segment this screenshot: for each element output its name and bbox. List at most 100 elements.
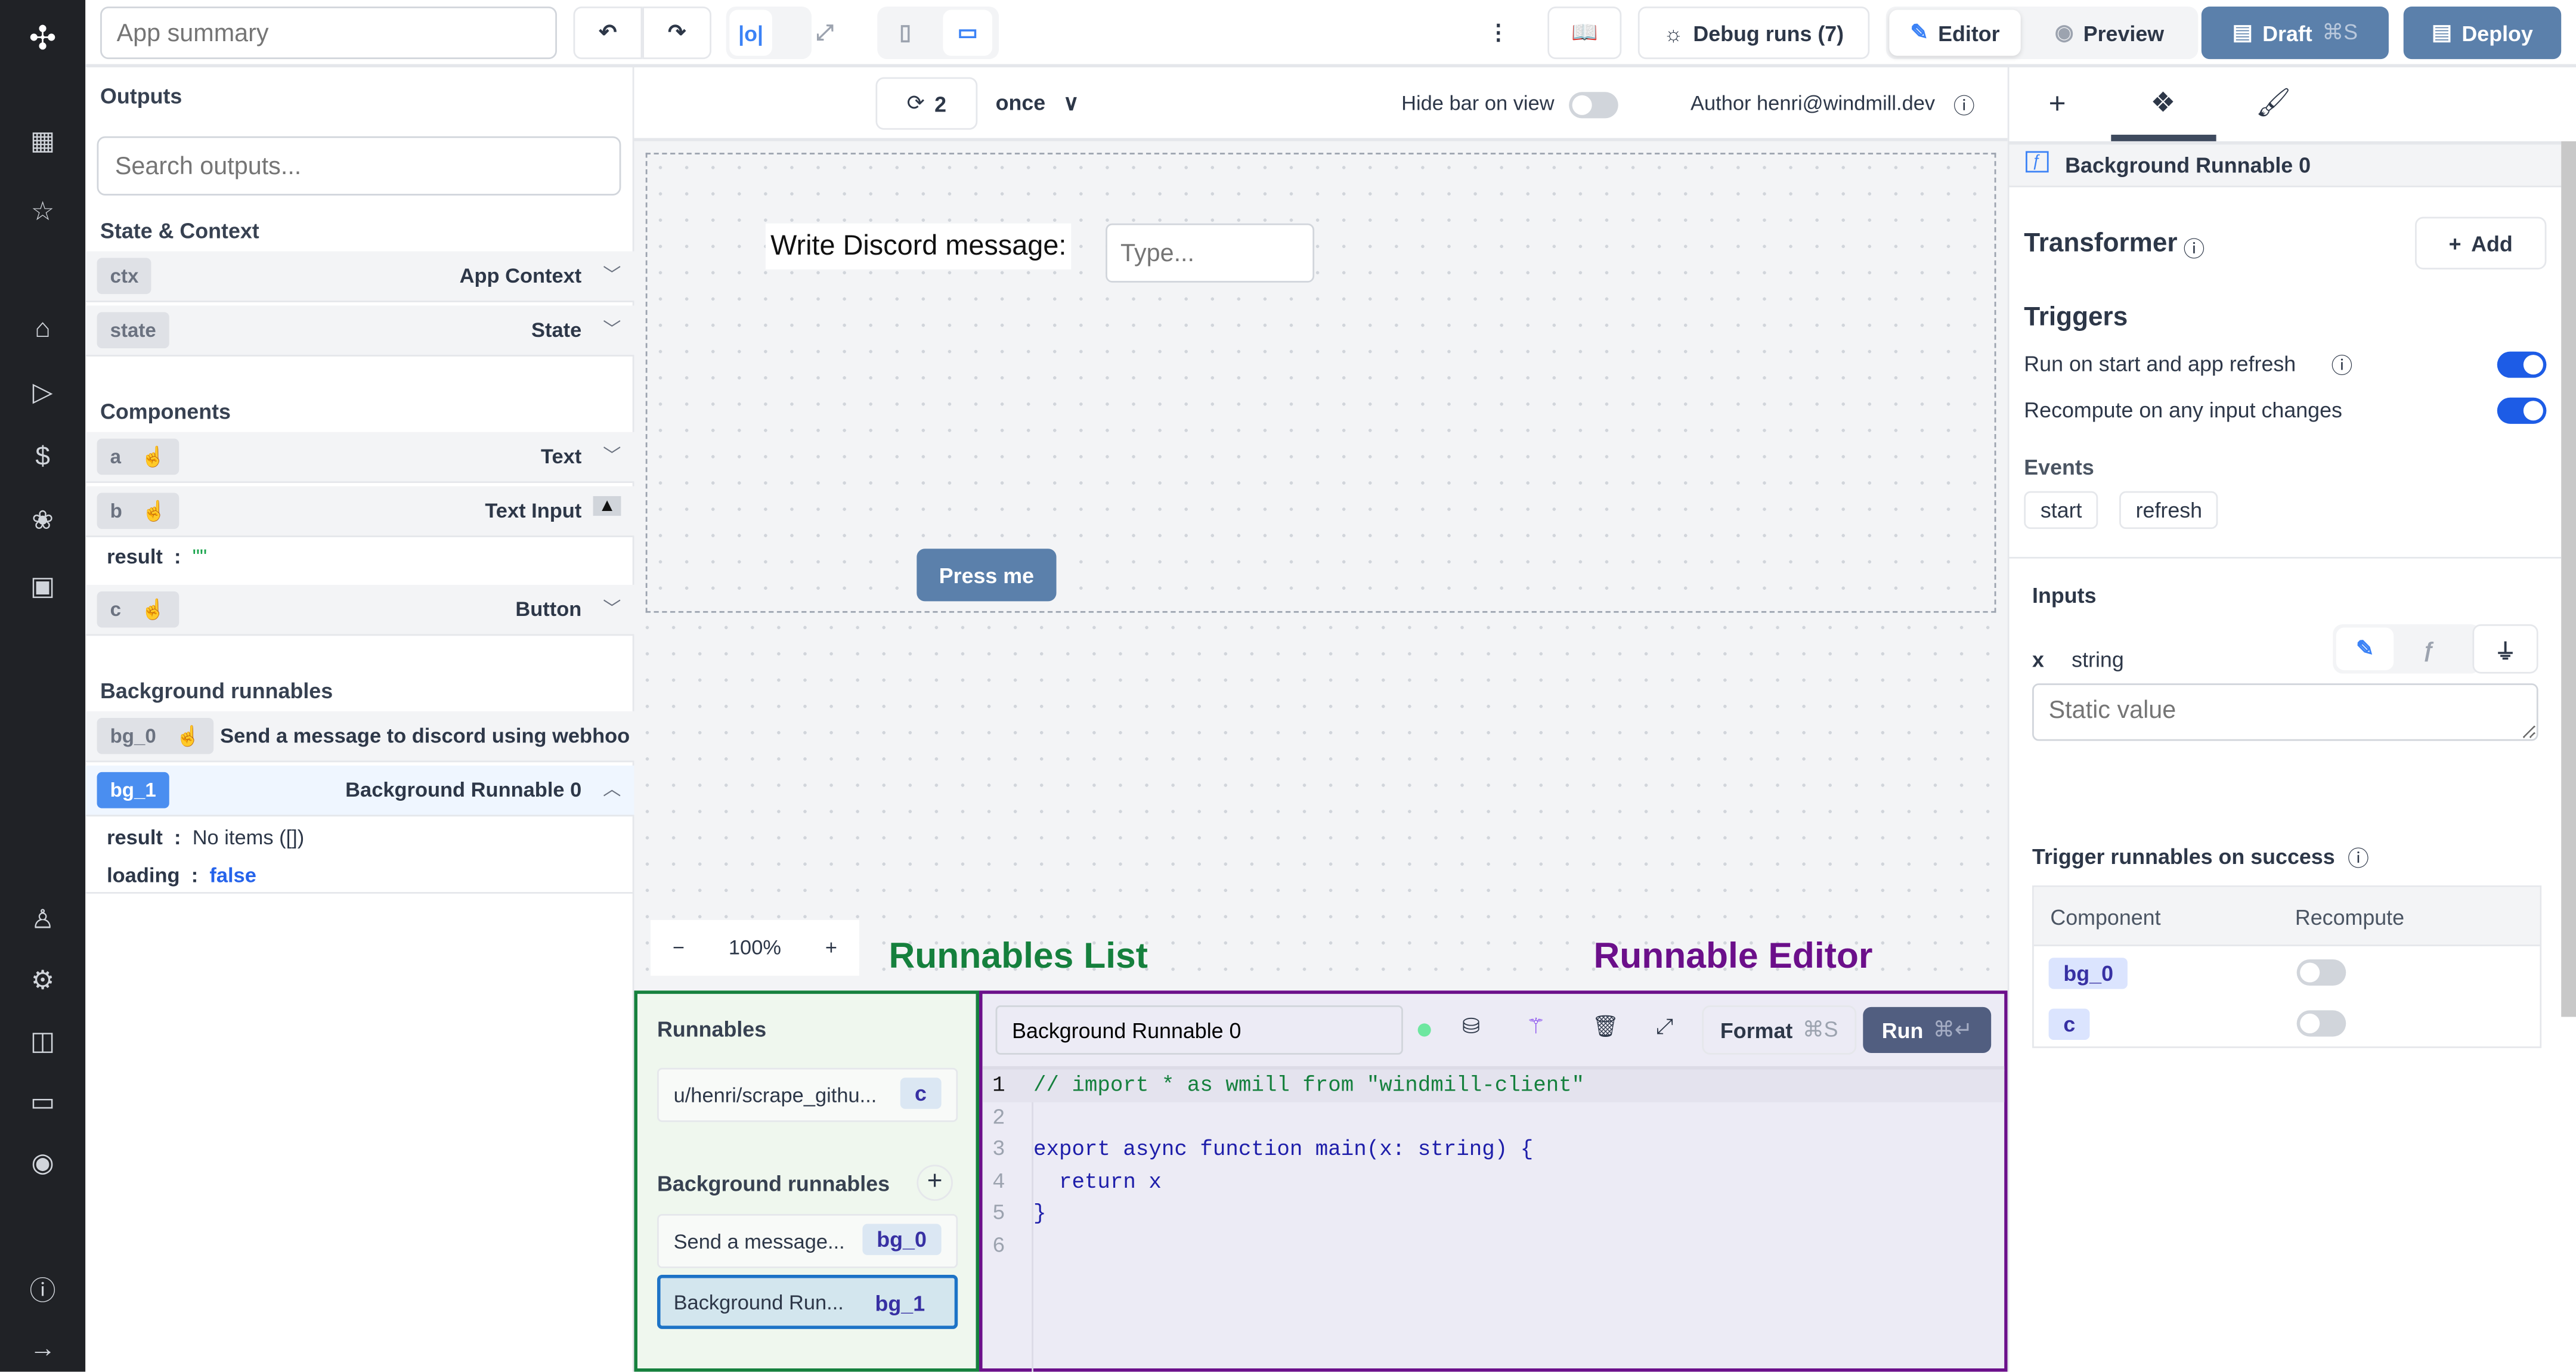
debug-runs-button[interactable]: ☼ Debug runs (7): [1637, 7, 1870, 60]
desktop-view-button[interactable]: ▭: [943, 10, 993, 56]
editor-tab[interactable]: ✎ Editor: [1889, 10, 2021, 56]
runnable-editor-annotation: Runnable Editor: [1593, 934, 1873, 976]
code-editor[interactable]: 1 // import * as wmill from "windmill-cli…: [982, 1069, 2005, 1262]
output-row-bg1[interactable]: bg_1 Background Runnable 0 ︿: [85, 765, 634, 817]
gear-icon[interactable]: ⚙: [26, 966, 59, 999]
info-icon: ⓘ: [2331, 353, 2353, 378]
output-row-c[interactable]: c ☝ Button ﹀: [85, 584, 634, 636]
undo-button[interactable]: ↶: [573, 7, 643, 60]
eye-icon: ◉: [2054, 20, 2074, 45]
recompute-toggle[interactable]: [2497, 397, 2547, 424]
event-tag: start: [2024, 491, 2099, 529]
code-text: // import * as wmill from "windmill-clie…: [1033, 1073, 1585, 1098]
runnable-item-selected[interactable]: Background Run... bg_1: [657, 1274, 958, 1329]
info-icon: ⓘ: [2348, 846, 2369, 871]
redo-button[interactable]: ↷: [642, 7, 711, 60]
app-grid: Write Discord message: Press me: [645, 153, 1996, 613]
magic-wand-icon[interactable]: ⚚: [1526, 1014, 1545, 1040]
app-summary-input[interactable]: [100, 7, 557, 60]
line-number: 2: [992, 1104, 1005, 1130]
zoom-in-button[interactable]: +: [825, 936, 837, 959]
runnable-item[interactable]: u/henri/scrape_githu... c: [657, 1067, 958, 1122]
help-icon[interactable]: ⓘ: [26, 1277, 59, 1309]
runnables-list-annotation: Runnables List: [888, 934, 1148, 976]
code-line: 1 // import * as wmill from "windmill-cli…: [982, 1069, 2005, 1102]
output-row-state[interactable]: state State ﹀: [85, 305, 634, 357]
deploy-button[interactable]: ▤ Deploy: [2403, 7, 2562, 60]
canvas-toolbar: ⟳ 2 once ∨ Hide bar on view Author henri@…: [634, 67, 2008, 141]
hide-bar-toggle[interactable]: [1569, 92, 1618, 119]
refresh-icon: ⟳: [906, 90, 925, 115]
line-number: 5: [992, 1200, 1005, 1226]
chevron-up-icon[interactable]: ▲: [593, 496, 621, 516]
recompute-toggle-bg0[interactable]: [2296, 959, 2346, 986]
trash-icon[interactable]: 🗑: [1592, 1014, 1620, 1040]
discord-message-input[interactable]: [1106, 223, 1315, 283]
dollar-icon[interactable]: $: [26, 442, 59, 475]
add-background-runnable-button[interactable]: +: [917, 1165, 953, 1201]
recompute-toggle-c[interactable]: [2296, 1010, 2346, 1037]
add-tab-icon[interactable]: +: [2049, 87, 2066, 122]
center-layout-button[interactable]: |o|: [729, 10, 772, 56]
calendar-icon[interactable]: ▣: [26, 572, 59, 605]
eval-mode-button[interactable]: ƒ: [2400, 627, 2457, 670]
bot-icon[interactable]: ◫: [26, 1027, 59, 1060]
code-line: 4 return x: [983, 1166, 2005, 1198]
search-outputs-input[interactable]: [97, 136, 621, 196]
calculator-icon[interactable]: ▦: [26, 126, 59, 159]
settings-panel: + ❖ 🖌 ƒ Background Runnable 0 Transformer…: [2007, 67, 2576, 1372]
components-tab-icon[interactable]: ❖: [2150, 87, 2175, 120]
output-row-bg0[interactable]: bg_0 ☝ Send a message to discord using web…: [85, 711, 634, 763]
save-icon: ▤: [2232, 20, 2253, 45]
folder-icon[interactable]: ▭: [26, 1088, 59, 1120]
eye-icon[interactable]: ◉: [26, 1148, 59, 1181]
chevron-down-icon: ﹀: [603, 320, 621, 340]
format-button[interactable]: Format ⌘S: [1702, 1005, 1857, 1055]
output-row-a[interactable]: a ☝ Text ﹀: [85, 432, 634, 483]
home-icon[interactable]: ⌂: [26, 314, 59, 346]
more-menu-icon[interactable]: ⋮: [1482, 10, 1515, 56]
expand-icon[interactable]: ⤢: [1656, 1014, 1673, 1040]
database-icon[interactable]: ⛁: [1462, 1014, 1480, 1040]
text-component[interactable]: Write Discord message:: [765, 223, 1072, 270]
event-tag: refresh: [2119, 491, 2219, 529]
static-mode-button[interactable]: ✎: [2336, 627, 2394, 671]
star-icon[interactable]: ☆: [26, 197, 59, 230]
connect-button[interactable]: ⏚: [2472, 624, 2538, 674]
output-row-b[interactable]: b ☝ Text Input ▲: [85, 486, 634, 537]
hand-pointer-icon: ☝: [141, 597, 166, 621]
runnables-list: Runnables u/henri/scrape_githu... c Backg…: [634, 990, 980, 1372]
run-on-start-toggle[interactable]: [2497, 351, 2547, 378]
plus-icon: +: [2448, 231, 2462, 256]
scrollbar[interactable]: [2561, 141, 2576, 1017]
refresh-button[interactable]: ⟳ 2: [875, 77, 978, 130]
run-button[interactable]: Run ⌘↵: [1863, 1006, 1992, 1054]
docs-button[interactable]: 📖: [1547, 7, 1622, 60]
hand-pointer-icon: ☝: [141, 445, 166, 469]
refresh-mode-select[interactable]: once ∨: [996, 91, 1079, 117]
windmill-logo-icon[interactable]: ✣: [26, 23, 59, 56]
user-icon[interactable]: ♙: [26, 905, 59, 938]
state-context-title: State & Context: [100, 218, 259, 243]
app-canvas: Write Discord message: Press me −100%+ R…: [634, 141, 2008, 991]
line-number: 6: [992, 1232, 1005, 1258]
play-icon[interactable]: ▷: [26, 378, 59, 411]
hand-pointer-icon: ☝: [141, 499, 167, 523]
add-transformer-button[interactable]: + Add: [2414, 216, 2547, 270]
line-number: 1: [992, 1073, 1005, 1098]
static-value-input[interactable]: [2032, 683, 2538, 741]
bug-icon: ☼: [1664, 20, 1683, 45]
output-row-ctx[interactable]: ctx App Context ﹀: [85, 251, 634, 302]
press-me-button[interactable]: Press me: [917, 549, 1057, 602]
fullscreen-button[interactable]: ⤢: [803, 10, 846, 56]
outputs-panel: Outputs State & Context ctxApp Context﹀ …: [85, 67, 634, 1372]
runnable-name-input[interactable]: [995, 1005, 1403, 1055]
brush-tab-icon[interactable]: 🖌: [2256, 87, 2291, 120]
preview-tab[interactable]: ◉ Preview: [2030, 10, 2188, 56]
draft-button[interactable]: ▤ Draft ⌘S: [2201, 7, 2389, 60]
mobile-view-button[interactable]: ▯: [884, 10, 927, 56]
runnable-item[interactable]: Send a message... bg_0: [657, 1214, 958, 1268]
arrow-right-icon[interactable]: →: [26, 1334, 59, 1367]
resources-icon[interactable]: ❀: [26, 506, 59, 539]
zoom-out-button[interactable]: −: [673, 936, 685, 959]
